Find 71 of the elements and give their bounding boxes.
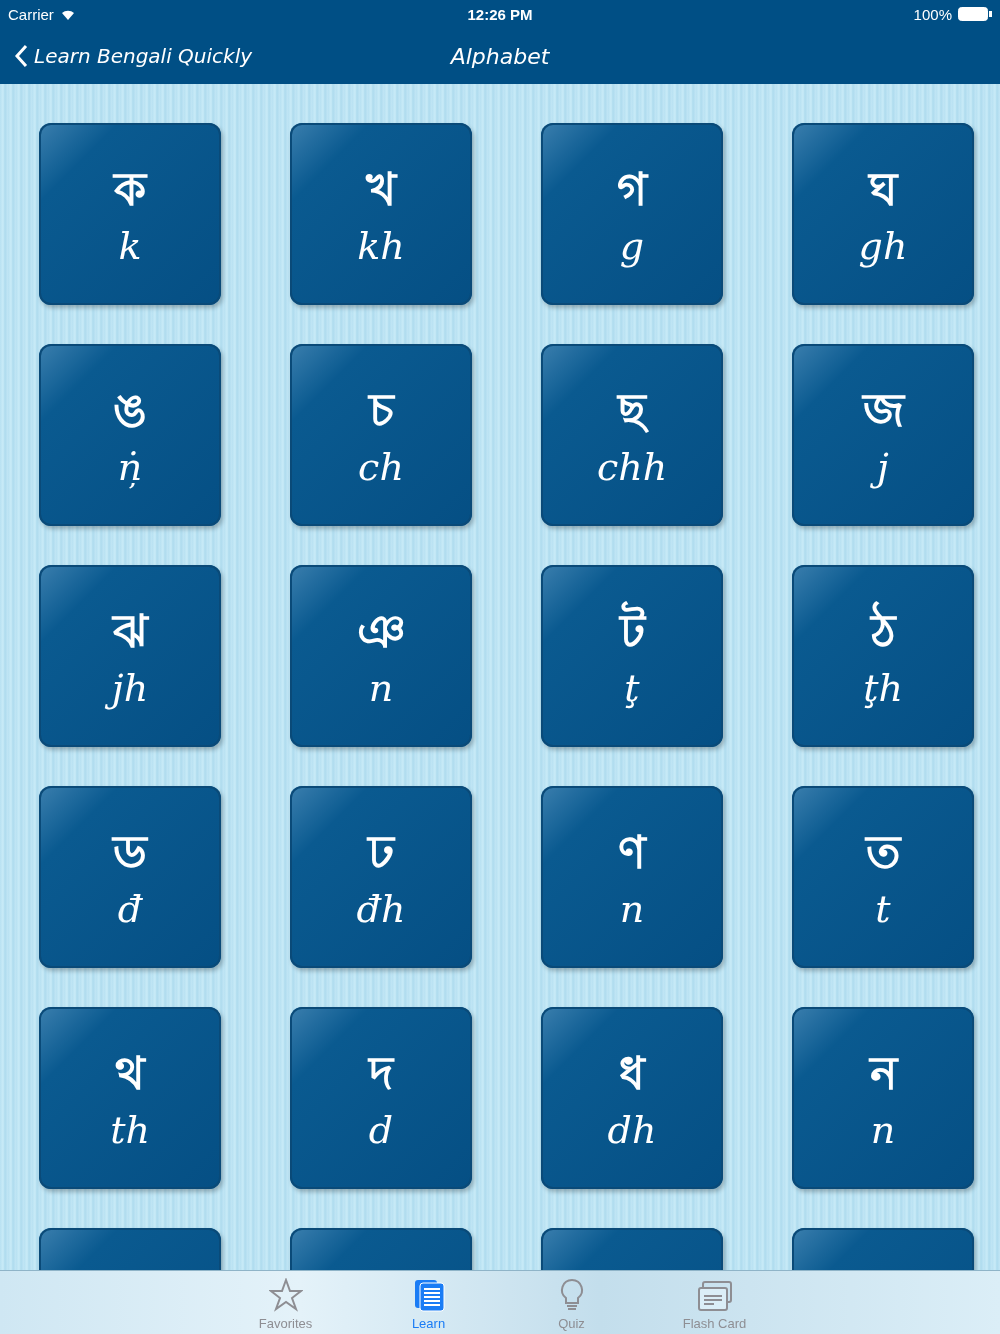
transliteration: d — [367, 1106, 395, 1154]
transliteration: k — [117, 222, 143, 270]
letter-tile[interactable]: ক k — [39, 123, 221, 305]
letter-tile[interactable]: ঙ ṅ̦ — [39, 344, 221, 526]
transliteration: jh — [105, 663, 155, 713]
transliteration: th — [109, 1106, 151, 1154]
bengali-letter: ট — [615, 599, 649, 664]
letter-tile[interactable]: ঞ n — [290, 565, 472, 747]
card-icon — [696, 1280, 733, 1312]
letter-tile[interactable]: জ j — [792, 344, 974, 526]
bengali-letter: গ — [616, 161, 650, 219]
transliteration: dh — [606, 1106, 658, 1154]
letter-tile[interactable]: ট ţ — [541, 565, 723, 747]
letter-tile[interactable]: গ g — [541, 123, 723, 305]
letter-tile[interactable]: ঝ jh — [39, 565, 221, 747]
transliteration: đh — [355, 885, 407, 933]
transliteration: ch — [357, 443, 405, 491]
star-icon — [268, 1278, 303, 1312]
transliteration: ţ — [623, 664, 641, 712]
letter-tile[interactable]: দ d — [290, 1007, 472, 1189]
transliteration: t — [874, 885, 892, 933]
battery-icon — [958, 7, 992, 21]
bengali-letter: ঝ — [110, 603, 150, 661]
bengali-letter: দ — [366, 1045, 396, 1103]
bengali-letter: ধ — [618, 1045, 647, 1103]
bengali-letter: ঘ — [866, 161, 900, 219]
bengali-letter: ঞ — [355, 603, 407, 661]
transliteration: chh — [595, 443, 669, 491]
letter-tile[interactable]: ন n — [792, 1007, 974, 1189]
wifi-icon — [59, 8, 76, 20]
letter-tile[interactable]: খ kh — [290, 123, 472, 305]
letter-tile[interactable]: ত t — [792, 786, 974, 968]
screen-title: Alphabet — [450, 43, 550, 69]
transliteration: n — [367, 664, 395, 712]
back-button[interactable]: Learn Bengali Quickly — [14, 44, 253, 68]
letter-tile[interactable]: ধ dh — [541, 1007, 723, 1189]
carrier-label: Carrier — [8, 5, 54, 23]
clock: 12:26 PM — [467, 5, 533, 23]
letter-tile[interactable]: ণ n — [541, 786, 723, 968]
bengali-letter: চ — [366, 382, 396, 440]
bengali-letter: ছ — [614, 378, 650, 443]
bengali-letter: ঙ — [112, 382, 148, 440]
transliteration: đ — [116, 885, 144, 933]
transliteration: gh — [857, 222, 909, 270]
transliteration: n — [618, 885, 646, 933]
bengali-letter: খ — [364, 161, 399, 219]
transliteration: kh — [356, 222, 406, 270]
letter-tile[interactable]: ঠ ţh — [792, 565, 974, 747]
bengali-letter: ঢ — [365, 824, 397, 882]
letter-tile[interactable]: ড đ — [39, 786, 221, 968]
transliteration: g — [618, 222, 646, 270]
transliteration: ṅ̦ — [116, 443, 144, 491]
bengali-letter: ণ — [617, 824, 648, 882]
chevron-icon — [14, 44, 28, 68]
bengali-letter: থ — [114, 1045, 147, 1103]
letter-tile[interactable]: ঢ đh — [290, 786, 472, 968]
transliteration: j — [871, 442, 895, 492]
battery-percent: 100% — [913, 5, 952, 23]
bengali-letter: ড — [110, 824, 150, 882]
bengali-letter: ঠ — [866, 599, 900, 664]
lightbulb-icon — [558, 1278, 585, 1312]
bengali-letter: ক — [111, 161, 149, 219]
letter-tile[interactable]: ঘ gh — [792, 123, 974, 305]
letter-tile[interactable]: ছ chh — [541, 344, 723, 526]
letter-tile[interactable]: চ ch — [290, 344, 472, 526]
transliteration: ţh — [862, 664, 904, 712]
letter-tile[interactable]: থ th — [39, 1007, 221, 1189]
transliteration: n — [869, 1106, 897, 1154]
bengali-letter: জ — [860, 382, 907, 440]
bengali-letter: ন — [867, 1045, 900, 1103]
bengali-letter: ত — [863, 824, 903, 882]
